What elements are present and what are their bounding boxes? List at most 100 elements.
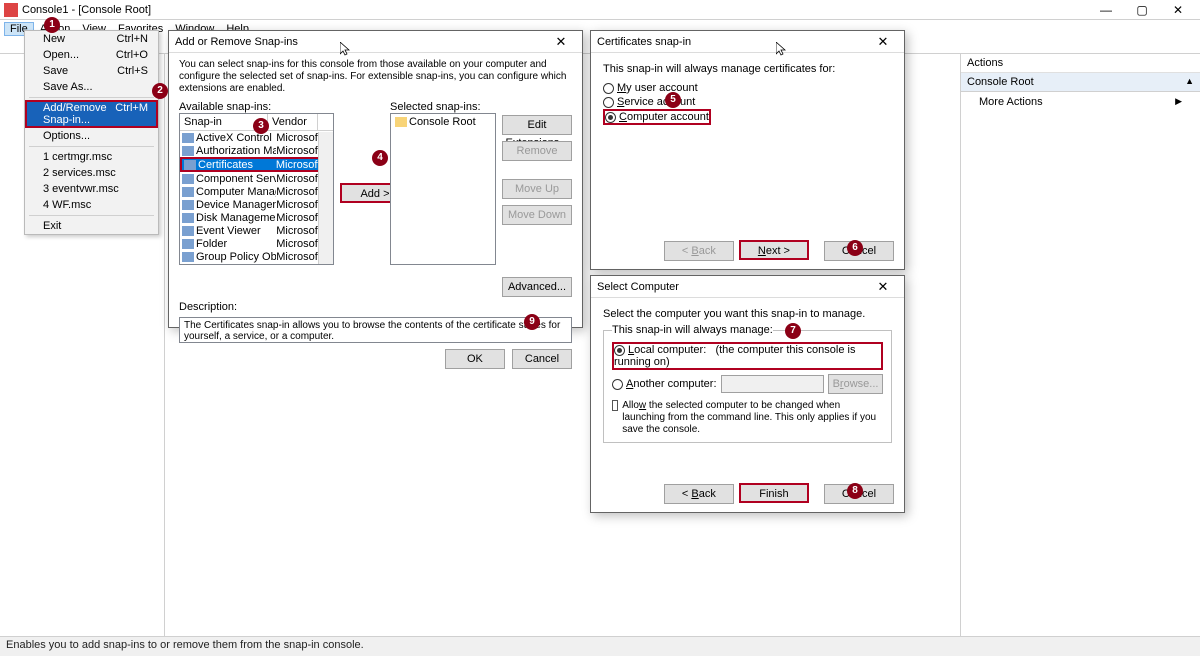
step-badge-8: 8 (847, 483, 863, 499)
window-titlebar: Console1 - [Console Root] — ▢ ✕ (0, 0, 1200, 20)
scrollbar[interactable] (318, 132, 333, 264)
snapin-row[interactable]: Hyper-V ManagerMicrosoft Cor... (180, 263, 333, 265)
step-badge-7: 7 (785, 323, 801, 339)
snapin-icon (182, 252, 194, 262)
snapin-icon (182, 174, 194, 184)
step-badge-2: 2 (152, 83, 168, 99)
snapin-row[interactable]: Event ViewerMicrosoft Cor... (180, 224, 333, 237)
maximize-button[interactable]: ▢ (1124, 3, 1160, 17)
actions-panel: Actions Console Root ▲ More Actions ▶ (960, 54, 1200, 636)
radio-icon (603, 97, 614, 108)
radio-another-computer[interactable]: Another computer: (612, 377, 717, 391)
file-save[interactable]: SaveCtrl+S (25, 63, 158, 79)
snapin-row[interactable]: Disk ManagementMicrosoft and... (180, 211, 333, 224)
snapin-name: Group Policy Object ... (196, 251, 276, 263)
snapin-icon (182, 200, 194, 210)
snapin-icon (182, 226, 194, 236)
finish-button[interactable]: Finish (739, 483, 809, 503)
selected-root[interactable]: Console Root (409, 116, 476, 128)
snapin-name: Disk Management (196, 212, 276, 224)
snapin-row[interactable]: Computer Managem...Microsoft Cor... (180, 185, 333, 198)
actions-sub-title: Console Root (967, 76, 1034, 88)
snapin-icon (184, 160, 196, 170)
cancel-button[interactable]: Cancel (512, 349, 572, 369)
actions-more-label: More Actions (979, 96, 1043, 108)
close-button[interactable]: ✕ (1160, 3, 1196, 17)
snapin-name: Folder (196, 238, 276, 250)
file-options[interactable]: Options... (25, 128, 158, 144)
certificates-intro: This snap-in will always manage certific… (603, 63, 892, 75)
dialog-title: Certificates snap-in (597, 36, 868, 48)
snapin-icon (182, 265, 194, 266)
file-new[interactable]: NewCtrl+N (25, 31, 158, 47)
file-recent-1[interactable]: 1 certmgr.msc (25, 149, 158, 165)
snapin-name: Certificates (198, 159, 276, 171)
edit-extensions-button[interactable]: Edit Extensions... (502, 115, 572, 135)
available-snapins-list[interactable]: Snap-in Vendor ActiveX ControlMicrosoft … (179, 113, 334, 265)
file-save-as[interactable]: Save As... (25, 79, 158, 95)
next-button[interactable]: Next > (739, 240, 809, 260)
available-label: Available snap-ins: (179, 101, 334, 113)
file-open[interactable]: Open...Ctrl+O (25, 47, 158, 63)
col-vendor[interactable]: Vendor (268, 114, 318, 130)
snapin-row[interactable]: Authorization ManagerMicrosoft Cor... (180, 144, 333, 157)
radio-local-computer[interactable]: Local computer: (the computer this conso… (612, 342, 883, 370)
snapin-name: Authorization Manager (196, 145, 276, 157)
actions-subheader[interactable]: Console Root ▲ (961, 73, 1200, 92)
minimize-button[interactable]: — (1088, 3, 1124, 17)
dialog-close-button[interactable]: ✕ (868, 279, 898, 295)
step-badge-3: 3 (253, 118, 269, 134)
app-icon (4, 3, 18, 17)
dialog-close-button[interactable]: ✕ (868, 34, 898, 50)
step-badge-4: 4 (372, 150, 388, 166)
step-badge-6: 6 (847, 240, 863, 256)
snapin-icon (182, 133, 194, 143)
snapin-row[interactable]: Device ManagerMicrosoft Cor... (180, 198, 333, 211)
radio-icon (612, 379, 623, 390)
dialog-title: Select Computer (597, 281, 868, 293)
allow-change-checkbox[interactable] (612, 400, 618, 411)
file-add-remove-snapin[interactable]: Add/Remove Snap-in...Ctrl+M (25, 100, 158, 128)
back-button[interactable]: < Back (664, 484, 734, 504)
file-exit[interactable]: Exit (25, 218, 158, 234)
snapin-name: Computer Managem... (196, 186, 276, 198)
snapin-row[interactable]: Group Policy Object ...Microsoft Cor... (180, 250, 333, 263)
selected-label: Selected snap-ins: (390, 101, 496, 113)
selected-snapins-list[interactable]: Console Root (390, 113, 496, 265)
snapin-row[interactable]: Component ServicesMicrosoft Cor... (180, 172, 333, 185)
snapin-name: Component Services (196, 173, 276, 185)
radio-computer-account[interactable]: Computer account (603, 109, 711, 125)
snapin-icon (182, 146, 194, 156)
radio-icon (605, 112, 616, 123)
chevron-right-icon: ▶ (1175, 96, 1182, 108)
back-button[interactable]: < Back (664, 241, 734, 261)
file-recent-3[interactable]: 3 eventvwr.msc (25, 181, 158, 197)
dialog-titlebar: Select Computer ✕ (591, 276, 904, 298)
browse-button[interactable]: Browse... (828, 374, 883, 394)
file-recent-2[interactable]: 2 services.msc (25, 165, 158, 181)
file-recent-4[interactable]: 4 WF.msc (25, 197, 158, 213)
dialog-close-button[interactable]: ✕ (546, 34, 576, 50)
move-up-button[interactable]: Move Up (502, 179, 572, 199)
advanced-button[interactable]: Advanced... (502, 277, 572, 297)
actions-more[interactable]: More Actions ▶ (961, 92, 1200, 112)
radio-icon (614, 345, 625, 356)
ok-button[interactable]: OK (445, 349, 505, 369)
description-box: The Certificates snap-in allows you to b… (179, 317, 572, 343)
snapin-row[interactable]: FolderMicrosoft Cor... (180, 237, 333, 250)
dialog-titlebar: Certificates snap-in ✕ (591, 31, 904, 53)
dialog-intro: You can select snap-ins for this console… (179, 59, 572, 95)
move-down-button[interactable]: Move Down (502, 205, 572, 225)
status-bar: Enables you to add snap-ins to or remove… (0, 636, 1200, 656)
snapin-row[interactable]: CertificatesMicrosoft Cor... (180, 157, 333, 172)
radio-service-account[interactable]: Service account (603, 95, 892, 109)
actions-header: Actions (961, 54, 1200, 73)
another-computer-input (721, 375, 825, 393)
radio-my-user-account[interactable]: My user account (603, 81, 892, 95)
remove-button[interactable]: Remove (502, 141, 572, 161)
step-badge-1: 1 (44, 17, 60, 33)
snapin-name: Hyper-V Manager (196, 264, 276, 266)
always-manage-group: This snap-in will always manage: (612, 324, 773, 336)
collapse-icon: ▲ (1185, 76, 1194, 88)
snapin-icon (182, 213, 194, 223)
